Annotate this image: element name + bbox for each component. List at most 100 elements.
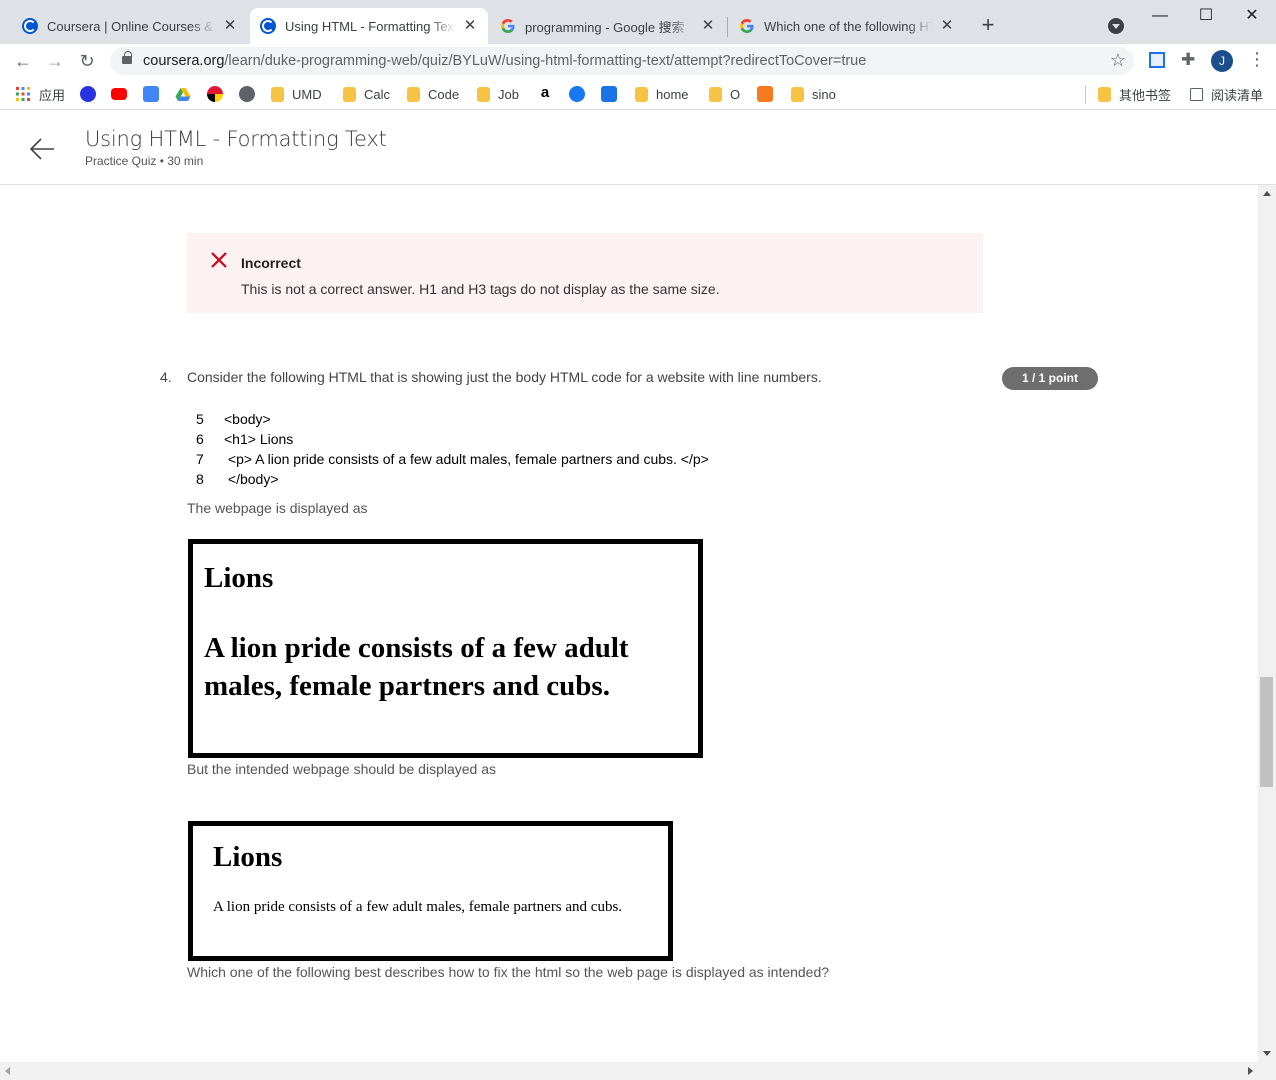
maximize-icon[interactable]: ☐ xyxy=(1196,6,1216,26)
bookmark-maryland[interactable] xyxy=(207,85,231,103)
scroll-right-icon[interactable] xyxy=(1248,1067,1253,1075)
question-prompt: Which one of the following best describe… xyxy=(187,964,830,980)
new-tab-icon[interactable]: + xyxy=(978,14,998,36)
bookmark-apps[interactable]: 应用 xyxy=(15,85,65,103)
bookmark-star-icon[interactable]: ☆ xyxy=(1110,50,1126,71)
scroll-up-icon[interactable] xyxy=(1263,191,1271,196)
bookmark-folder-job[interactable]: Job xyxy=(477,85,519,103)
bookmark-google-drive[interactable] xyxy=(175,85,199,103)
bookmark-folder-sino[interactable]: sino xyxy=(791,85,836,103)
bookmark-folder-o[interactable]: O xyxy=(709,85,740,103)
folder-icon xyxy=(407,86,420,102)
tab-title: Which one of the following HT xyxy=(764,18,933,34)
bookmark-folder-umd[interactable]: UMD xyxy=(271,85,322,103)
folder-icon xyxy=(271,86,284,102)
folder-icon xyxy=(343,86,356,102)
vertical-scroll-thumb[interactable] xyxy=(1260,677,1273,787)
code-line: 6 <h1> Lions xyxy=(196,431,293,447)
actual-render-image: Lions A lion pride consists of a few adu… xyxy=(188,539,703,758)
other-bookmarks[interactable]: 其他书签 xyxy=(1098,85,1171,103)
bookmark-label: Code xyxy=(428,86,460,102)
line-number: 6 xyxy=(196,431,204,447)
page-title: Using HTML - Formatting Text xyxy=(85,127,387,151)
close-tab-icon[interactable]: ✕ xyxy=(939,18,955,34)
address-bar[interactable]: coursera.org/learn/duke-programming-web/… xyxy=(110,47,1134,75)
line-number: 5 xyxy=(196,411,204,427)
intended-render-heading: Lions xyxy=(213,841,283,873)
bookmark-label: Calc xyxy=(364,86,391,102)
extensions-puzzle-icon[interactable]: ✚ xyxy=(1181,50,1195,70)
url-domain: coursera.org xyxy=(143,53,225,69)
tab-search-icon[interactable] xyxy=(1108,18,1124,34)
browser-menu-icon[interactable]: ⋮ xyxy=(1248,49,1266,70)
line-code: <h1> Lions xyxy=(224,431,294,447)
code-line: 5 <body> xyxy=(196,411,271,427)
bookmark-label: Job xyxy=(498,86,519,102)
question-text: Consider the following HTML that is show… xyxy=(187,369,822,385)
tab-title: Using HTML - Formatting Text xyxy=(285,18,456,34)
intended-as-label: But the intended webpage should be displ… xyxy=(187,761,497,777)
tab-google-search[interactable]: programming - Google 搜索 ✕ xyxy=(490,8,726,44)
scroll-left-icon[interactable] xyxy=(5,1067,10,1075)
bookmark-youtube[interactable] xyxy=(111,85,135,103)
bookmark-label: sino xyxy=(812,86,836,102)
minimize-icon[interactable]: — xyxy=(1150,6,1170,26)
tab-divider xyxy=(727,17,728,37)
bookmark-google-translate[interactable] xyxy=(143,85,167,103)
line-code: <p> A lion pride consists of a few adult… xyxy=(224,451,709,467)
bookmark-folder-calc[interactable]: Calc xyxy=(343,85,390,103)
profile-avatar[interactable]: J xyxy=(1211,50,1233,72)
google-translate-icon xyxy=(143,86,159,102)
close-tab-icon[interactable]: ✕ xyxy=(222,18,238,34)
tab-coursera-home[interactable]: Coursera | Online Courses & C ✕ xyxy=(12,8,248,44)
reading-list[interactable]: 阅读清单 xyxy=(1190,85,1263,103)
bookmark-label: O xyxy=(730,86,741,102)
url-text: coursera.org/learn/duke-programming-web/… xyxy=(143,53,866,69)
bookmark-baidu[interactable] xyxy=(80,85,104,103)
tab-strip: Coursera | Online Courses & C ✕ Using HT… xyxy=(0,0,1276,44)
extension-icon[interactable] xyxy=(1149,52,1165,68)
back-icon[interactable]: ← xyxy=(12,50,34,72)
folder-icon xyxy=(791,86,804,102)
incorrect-x-icon xyxy=(211,252,227,268)
bookmark-translate[interactable] xyxy=(601,85,625,103)
translate-icon xyxy=(601,86,617,102)
reload-icon[interactable]: ↻ xyxy=(76,50,98,72)
feedback-title: Incorrect xyxy=(241,255,301,271)
lock-icon xyxy=(122,51,132,64)
browser-toolbar: ← → ↻ coursera.org/learn/duke-programmin… xyxy=(0,44,1276,78)
close-tab-icon[interactable]: ✕ xyxy=(700,18,716,34)
maryland-icon xyxy=(207,86,223,102)
tab-title: programming - Google 搜索 xyxy=(525,19,685,35)
code-line: 8 </body> xyxy=(196,471,279,487)
google-drive-icon xyxy=(175,86,191,102)
actual-render-body: A lion pride consists of a few adult mal… xyxy=(204,632,629,702)
apps-grid-icon xyxy=(15,86,31,102)
bookmark-folder-code[interactable]: Code xyxy=(407,85,459,103)
line-code: <body> xyxy=(224,411,271,427)
feedback-incorrect: Incorrect This is not a correct answer. … xyxy=(187,233,983,313)
window-close-icon[interactable]: ✕ xyxy=(1242,6,1262,26)
bookmark-c-app[interactable] xyxy=(757,85,781,103)
forward-icon[interactable]: → xyxy=(44,50,66,72)
line-number: 7 xyxy=(196,451,204,467)
scroll-down-icon[interactable] xyxy=(1263,1051,1271,1056)
horizontal-scrollbar[interactable] xyxy=(0,1062,1276,1080)
globe-icon xyxy=(239,86,255,102)
page-subtitle: Practice Quiz • 30 min xyxy=(85,154,204,168)
folder-icon xyxy=(635,86,648,102)
back-arrow-icon[interactable] xyxy=(28,135,56,163)
bookmark-folder-home[interactable]: home xyxy=(635,85,689,103)
facebook-icon xyxy=(569,86,585,102)
vertical-scrollbar[interactable] xyxy=(1258,185,1276,1062)
close-tab-icon[interactable]: ✕ xyxy=(462,18,478,34)
bookmark-amazon[interactable]: a xyxy=(537,85,561,103)
tab-google-search-2[interactable]: Which one of the following HT ✕ xyxy=(729,8,965,44)
folder-icon xyxy=(1098,86,1111,102)
google-icon xyxy=(500,18,516,34)
tab-quiz[interactable]: Using HTML - Formatting Text ✕ xyxy=(250,8,488,44)
displayed-as-label: The webpage is displayed as xyxy=(187,500,368,516)
reading-list-icon xyxy=(1190,87,1203,101)
bookmark-facebook[interactable] xyxy=(569,85,593,103)
bookmark-globe[interactable] xyxy=(239,85,263,103)
